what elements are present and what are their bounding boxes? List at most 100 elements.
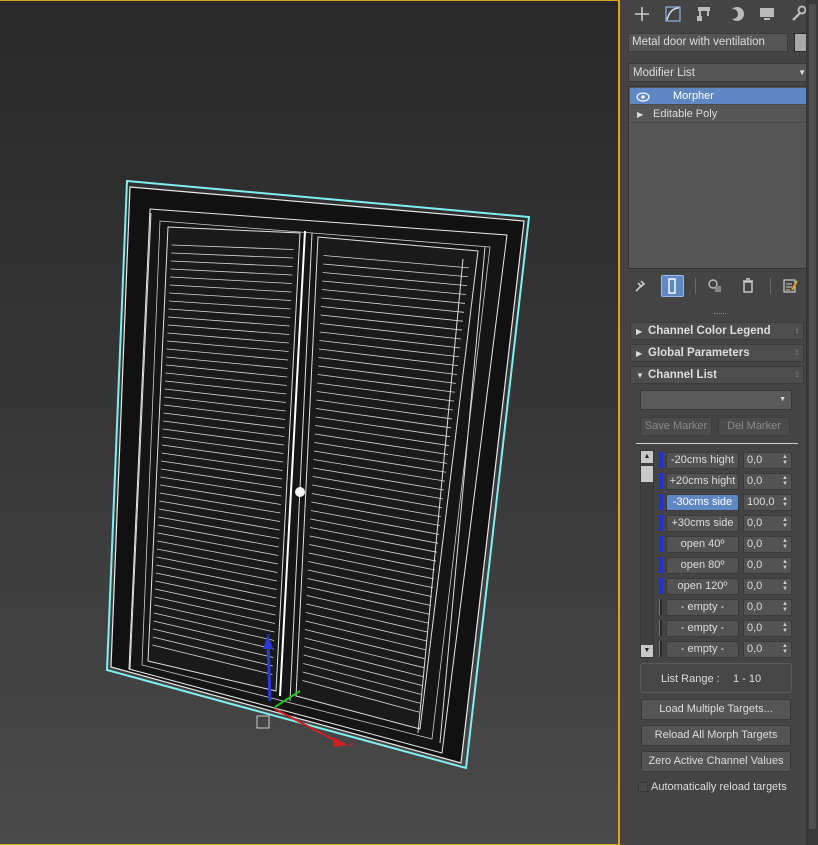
spinner-arrows-icon[interactable]: ▲ ▼ (782, 601, 788, 613)
spinner-arrows-icon[interactable]: ▲ ▼ (782, 496, 788, 508)
spinner-arrows-icon[interactable]: ▲ ▼ (782, 643, 788, 655)
expand-triangle-icon[interactable]: ▶ (637, 106, 643, 123)
expanded-triangle-icon: ▼ (636, 371, 644, 380)
pivot-box (256, 715, 270, 729)
pin-stack-button[interactable] (628, 275, 650, 297)
channel-value: 0,0 (747, 517, 763, 529)
scroll-thumb[interactable] (809, 4, 816, 829)
make-unique-button[interactable] (703, 275, 725, 297)
channel-color-indicator (659, 515, 663, 531)
spinner-arrows-icon[interactable]: ▲ ▼ (782, 580, 788, 592)
channel-color-indicator (659, 494, 663, 510)
channel-row: +20cms hight 0,0 ▲ ▼ (658, 471, 818, 492)
wrench-icon (792, 5, 807, 21)
rollout-channel-list[interactable]: ▼ Channel List ⁞⁞ (630, 366, 804, 384)
spinner-arrows-icon[interactable]: ▲ ▼ (782, 454, 788, 466)
channel-name-button[interactable]: open 120º (666, 578, 739, 595)
channel-name-button[interactable]: - empty - (666, 620, 739, 637)
hierarchy-tab[interactable] (691, 2, 717, 26)
channel-value: 0,0 (747, 601, 763, 613)
stack-item-morpher[interactable]: Morpher (630, 88, 810, 105)
spinner-arrows-icon[interactable]: ▲ ▼ (782, 517, 788, 529)
channel-name-button[interactable]: -20cms hight (666, 452, 739, 469)
scroll-thumb[interactable] (641, 466, 653, 482)
gizmo-z-axis (266, 640, 272, 702)
spinner-arrows-icon[interactable]: ▲ ▼ (782, 538, 788, 550)
configure-list-icon (783, 279, 798, 293)
channel-color-indicator (659, 578, 663, 594)
stack-item-label: Editable Poly (653, 108, 718, 120)
rollout-title: Channel List (648, 369, 718, 381)
show-end-result-button[interactable] (661, 275, 684, 297)
channel-name-button[interactable]: open 40º (666, 536, 739, 553)
drag-handle-icon[interactable]: ⁞⁞ (795, 367, 799, 384)
marker-dropdown[interactable]: ▼ (640, 390, 792, 410)
remove-modifier-button[interactable] (737, 275, 759, 297)
channel-color-indicator (659, 599, 662, 615)
load-multiple-targets-button[interactable]: Load Multiple Targets... (641, 699, 791, 720)
channel-value-spinner[interactable]: 0,0 ▲ ▼ (743, 620, 792, 637)
scroll-down-arrow-icon[interactable]: ▼ (641, 645, 653, 657)
command-panel-scrollbar[interactable] (806, 0, 818, 845)
rollout-title: Channel Color Legend (648, 325, 771, 337)
channel-value: 0,0 (747, 454, 763, 466)
channel-value: 0,0 (747, 580, 763, 592)
channel-value-spinner[interactable]: 0,0 ▲ ▼ (743, 599, 792, 616)
drag-handle-icon[interactable]: ⁞⁞ (795, 323, 799, 340)
channel-value-spinner[interactable]: 0,0 ▲ ▼ (743, 578, 792, 595)
del-marker-button[interactable]: Del Marker (718, 417, 790, 436)
gizmo-x-label: x (349, 739, 354, 749)
display-tab[interactable] (754, 2, 780, 26)
stack-toolbar (628, 275, 812, 297)
save-marker-button[interactable]: Save Marker (640, 417, 712, 436)
door-wireframe[interactable]: x z (0, 1, 620, 845)
scroll-up-arrow-icon[interactable]: ▲ (641, 451, 653, 463)
channel-value-spinner[interactable]: 0,0 ▲ ▼ (743, 536, 792, 553)
list-range-group: List Range : 1 - 10 (640, 663, 792, 693)
channel-value-spinner[interactable]: 100,0 ▲ ▼ (743, 494, 792, 511)
channel-name-button[interactable]: +20cms hight (666, 473, 739, 490)
drag-handle-icon[interactable]: ⁞⁞ (795, 345, 799, 362)
stack-item-editable-poly[interactable]: ▶ Editable Poly (629, 106, 811, 123)
channel-value-spinner[interactable]: 0,0 ▲ ▼ (743, 515, 792, 532)
modify-curve-icon (665, 5, 681, 22)
spinner-arrows-icon[interactable]: ▲ ▼ (782, 559, 788, 571)
viewport-perspective[interactable]: x z (0, 0, 620, 845)
chevron-down-icon: ▼ (798, 68, 806, 77)
create-tab[interactable] (629, 2, 655, 26)
rollout-global-parameters[interactable]: ▶ Global Parameters ⁞⁞ (630, 344, 804, 362)
make-unique-icon (707, 279, 721, 292)
channel-value: 0,0 (747, 643, 763, 655)
panel-resize-grip[interactable] (714, 313, 726, 316)
rollout-channel-color-legend[interactable]: ▶ Channel Color Legend ⁞⁞ (630, 322, 804, 340)
channel-value: 0,0 (747, 475, 763, 487)
configure-modifier-sets-button[interactable] (779, 275, 801, 297)
gizmo-z-label: z (266, 631, 271, 641)
channel-row: - empty - 0,0 ▲ ▼ (658, 597, 818, 618)
auto-reload-checkbox[interactable] (638, 782, 648, 792)
spinner-arrows-icon[interactable]: ▲ ▼ (782, 622, 788, 634)
channel-color-indicator (659, 557, 663, 573)
reload-all-morph-targets-button[interactable]: Reload All Morph Targets (641, 725, 791, 746)
spinner-arrows-icon[interactable]: ▲ ▼ (782, 475, 788, 487)
channel-value-spinner[interactable]: 0,0 ▲ ▼ (743, 557, 792, 574)
channel-value-spinner[interactable]: 0,0 ▲ ▼ (743, 641, 792, 658)
channel-name-button[interactable]: - empty - (666, 599, 739, 616)
zero-active-channel-values-button[interactable]: Zero Active Channel Values (641, 751, 791, 772)
channel-name-button[interactable]: - empty - (666, 641, 739, 658)
motion-tab[interactable] (723, 2, 749, 26)
channel-name-button[interactable]: +30cms side (666, 515, 739, 532)
channel-name-button[interactable]: open 80º (666, 557, 739, 574)
channel-value-spinner[interactable]: 0,0 ▲ ▼ (743, 473, 792, 490)
hierarchy-icon (697, 6, 711, 21)
channel-row: - empty - 0,0 ▲ ▼ (658, 618, 818, 639)
modify-tab[interactable] (660, 2, 686, 26)
modifier-stack: Morpher ▶ Editable Poly (628, 86, 812, 269)
channel-name-button[interactable]: -30cms side (666, 494, 739, 511)
channel-value-spinner[interactable]: 0,0 ▲ ▼ (743, 452, 792, 469)
object-name-field[interactable]: Metal door with ventilation (628, 33, 788, 52)
door-handle (295, 487, 305, 497)
channel-list-scrollbar[interactable]: ▲ ▼ (640, 450, 654, 658)
modifier-list-dropdown[interactable]: Modifier List ▼ (628, 63, 812, 82)
end-result-icon (668, 278, 677, 294)
